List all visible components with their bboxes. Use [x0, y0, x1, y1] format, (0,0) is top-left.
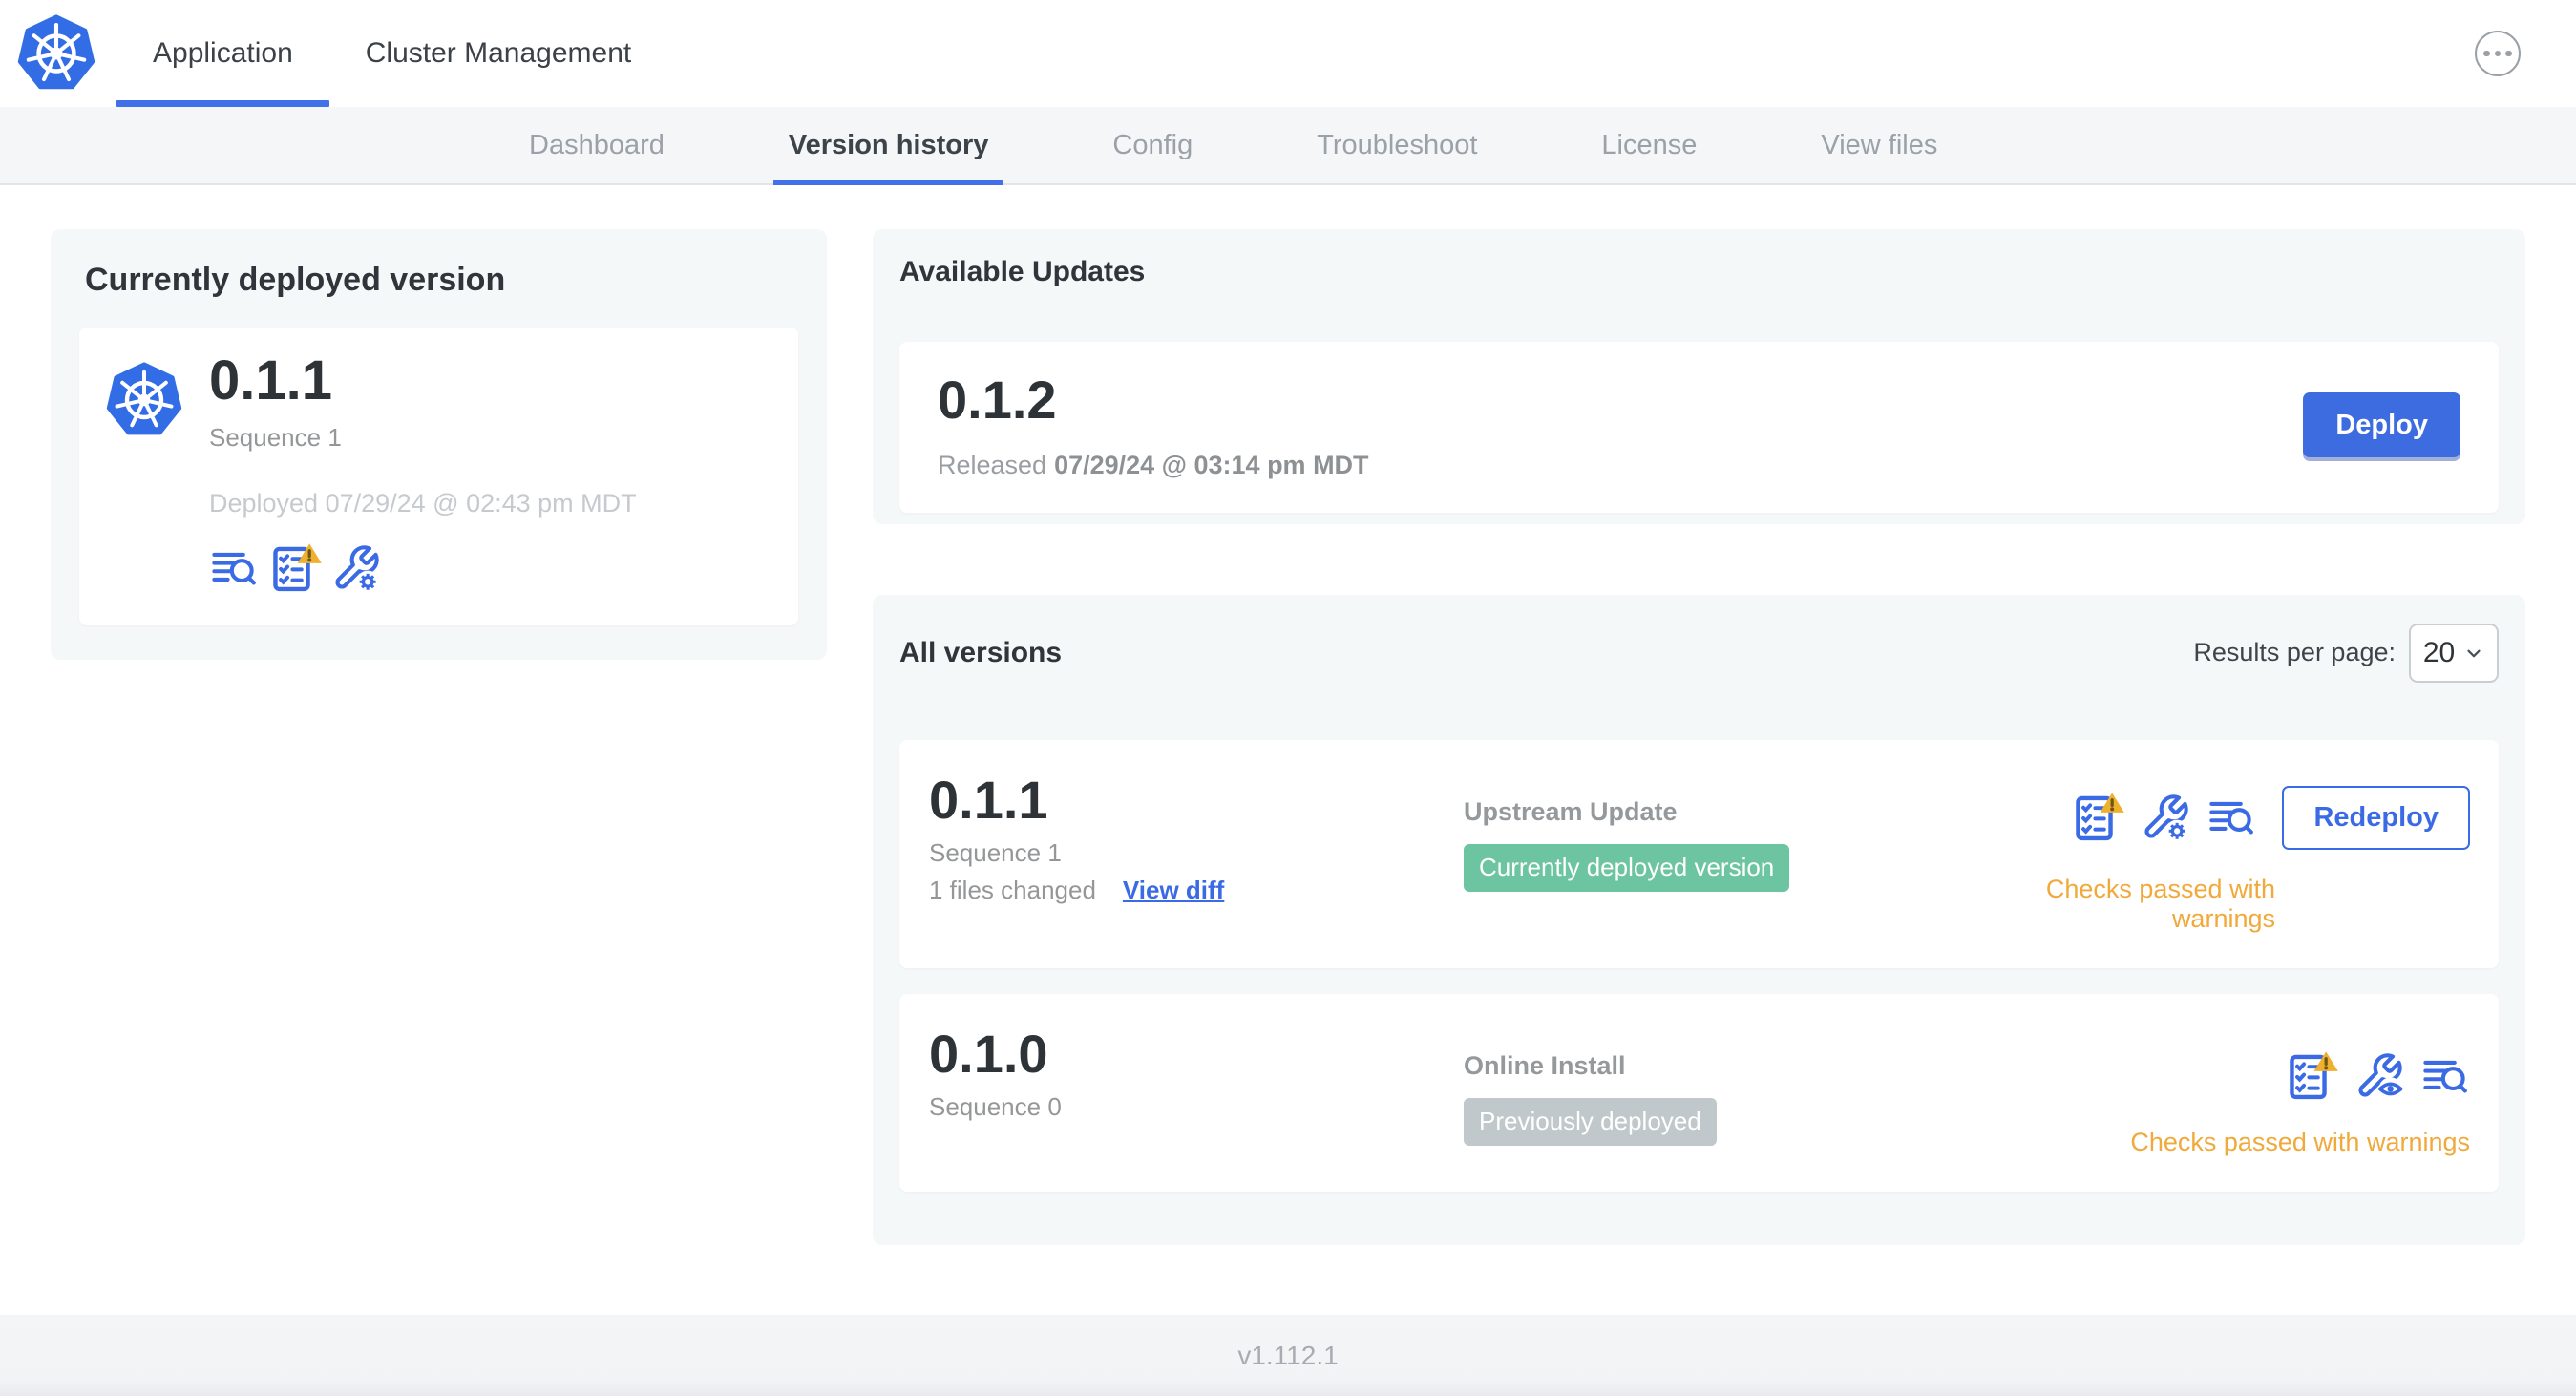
update-released-line: Released 07/29/24 @ 03:14 pm MDT	[938, 451, 1369, 480]
tab-version-history[interactable]: Version history	[772, 107, 1003, 185]
console-version-label: v1.112.1	[1237, 1340, 1339, 1370]
row-sequence: Sequence 1	[929, 838, 1062, 868]
row-source-label: Online Install	[1464, 1050, 1626, 1080]
current-version-sequence: Sequence 1	[209, 422, 342, 452]
view-logs-icon[interactable]	[2420, 1051, 2470, 1101]
row-version-number: 0.1.1	[929, 769, 1048, 830]
available-update-info: 0.1.2 Released 07/29/24 @ 03:14 pm MDT	[938, 370, 1369, 480]
topbar: Application Cluster Management	[0, 0, 2576, 107]
row-version-number: 0.1.0	[929, 1023, 1048, 1084]
version-row-source: Upstream Update Currently deployed versi…	[1464, 771, 1967, 934]
all-versions-panel: All versions Results per page: 20 0.1.1 …	[873, 594, 2525, 1245]
ellipsis-icon	[2483, 50, 2490, 57]
app-subnav: Dashboard Version history Config Trouble…	[0, 107, 2576, 185]
version-row-source: Online Install Previously deployed	[1464, 1025, 1967, 1157]
kubernetes-app-icon	[106, 362, 182, 438]
released-date: 07/29/24 @ 03:14 pm MDT	[1054, 450, 1369, 479]
view-diff-link[interactable]: View diff	[1123, 876, 1224, 905]
kubernetes-logo-icon	[17, 14, 95, 93]
main-content: Currently deployed version 0.1.1 Sequenc…	[0, 185, 2576, 1245]
row-source-label: Upstream Update	[1464, 796, 1678, 826]
preflight-status-text: Checks passed with warnings	[2130, 1127, 2470, 1156]
view-logs-icon[interactable]	[209, 543, 259, 593]
version-row-info: 0.1.0 Sequence 0	[929, 1023, 1464, 1157]
ellipsis-icon	[2494, 50, 2502, 57]
available-updates-panel: Available Updates 0.1.2 Released 07/29/24…	[873, 229, 2525, 524]
redeploy-button[interactable]: Redeploy	[2282, 785, 2470, 850]
tab-dashboard[interactable]: Dashboard	[529, 107, 665, 183]
footer: v1.112.1	[0, 1315, 2576, 1396]
preflight-checks-warning-icon[interactable]	[268, 541, 322, 595]
update-version-number: 0.1.2	[938, 370, 1057, 430]
row-files-line: 1 files changed View diff	[929, 876, 1464, 905]
results-per-page-label: Results per page:	[2193, 638, 2396, 667]
current-version-number: 0.1.1	[209, 349, 332, 412]
current-version-actions	[209, 541, 637, 595]
ellipsis-icon	[2505, 50, 2512, 57]
preflight-checks-warning-icon[interactable]	[2071, 791, 2124, 844]
topnav-tab-application[interactable]: Application	[116, 0, 329, 107]
currently-deployed-panel: Currently deployed version 0.1.1 Sequenc…	[51, 229, 827, 660]
currently-deployed-title: Currently deployed version	[85, 262, 506, 298]
chevron-down-icon	[2463, 643, 2484, 664]
preflight-checks-warning-icon[interactable]	[2285, 1049, 2338, 1103]
results-per-page: Results per page: 20	[2193, 623, 2499, 683]
view-config-icon[interactable]	[2354, 1051, 2404, 1101]
topnav-tab-cluster-management[interactable]: Cluster Management	[329, 0, 667, 107]
row-action-icons	[1967, 1049, 2470, 1103]
preflight-status-text: Checks passed with warnings	[2045, 874, 2275, 933]
topnav-tab-label: Application	[153, 37, 293, 69]
view-logs-icon[interactable]	[2206, 793, 2256, 842]
overflow-menu-button[interactable]	[2475, 31, 2521, 76]
all-versions-title: All versions	[899, 636, 1063, 668]
files-changed-label: 1 files changed	[929, 876, 1096, 905]
tab-troubleshoot[interactable]: Troubleshoot	[1317, 107, 1477, 183]
version-row-actions: Checks passed with warnings	[1967, 1025, 2470, 1157]
all-versions-header: All versions Results per page: 20	[899, 623, 2499, 683]
current-version-deployed-timestamp: Deployed 07/29/24 @ 02:43 pm MDT	[209, 488, 637, 518]
tab-config[interactable]: Config	[1112, 107, 1193, 183]
version-row: 0.1.1 Sequence 1 1 files changed View di…	[899, 739, 2499, 968]
right-column: Available Updates 0.1.2 Released 07/29/24…	[873, 229, 2525, 1245]
current-version-card: 0.1.1 Sequence 1 Deployed 07/29/24 @ 02:…	[79, 328, 798, 625]
tab-view-files[interactable]: View files	[1821, 107, 1937, 183]
edit-config-icon[interactable]	[2141, 793, 2190, 842]
released-label: Released	[938, 450, 1047, 479]
row-sequence: Sequence 0	[929, 1092, 1062, 1122]
tab-license[interactable]: License	[1601, 107, 1697, 183]
version-row-actions: Redeploy Checks passed with warnings	[1967, 771, 2470, 934]
version-row: 0.1.0 Sequence 0 Online Install Previous…	[899, 993, 2499, 1192]
currently-deployed-badge: Currently deployed version	[1464, 843, 1790, 892]
current-version-details: 0.1.1 Sequence 1 Deployed 07/29/24 @ 02:…	[209, 350, 637, 595]
topnav-tab-label: Cluster Management	[365, 37, 632, 69]
version-row-info: 0.1.1 Sequence 1 1 files changed View di…	[929, 769, 1464, 934]
deploy-button[interactable]: Deploy	[2303, 392, 2460, 458]
row-action-icons: Redeploy	[1967, 785, 2470, 850]
results-per-page-value: 20	[2422, 636, 2456, 668]
available-update-row: 0.1.2 Released 07/29/24 @ 03:14 pm MDT De…	[899, 342, 2499, 513]
edit-config-icon[interactable]	[331, 543, 381, 593]
results-per-page-select[interactable]: 20	[2409, 623, 2499, 683]
available-updates-title: Available Updates	[899, 256, 1146, 287]
previously-deployed-badge: Previously deployed	[1464, 1097, 1717, 1146]
